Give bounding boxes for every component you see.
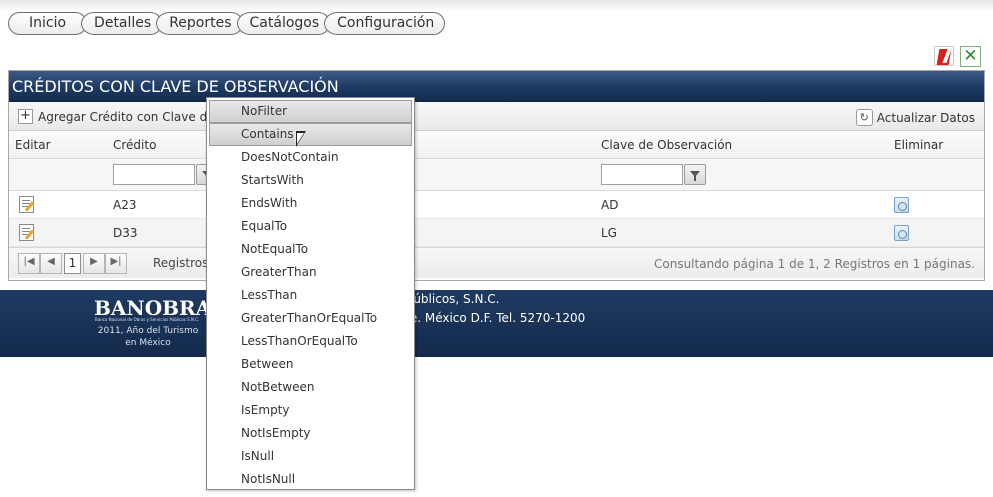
clave-filter-icon[interactable]	[684, 164, 706, 185]
refresh-label: Actualizar Datos	[876, 110, 975, 125]
grid-title: CRÉDITOS CON CLAVE DE OBSERVACIÓN	[9, 71, 984, 102]
prev-page-icon: ◀	[47, 256, 55, 267]
table-row: A23 AD	[9, 191, 984, 219]
pager-controls: |◀ ◀ 1 ▶ ▶|	[18, 253, 127, 274]
nav-inicio[interactable]: Inicio	[8, 12, 88, 35]
header-clave[interactable]: Clave de Observación	[601, 138, 732, 152]
refresh-data-button[interactable]: ↻ Actualizar Datos	[855, 109, 975, 126]
filter-option-doesnotcontain[interactable]: DoesNotContain	[209, 146, 412, 169]
nav-detalles[interactable]: Detalles	[81, 12, 163, 35]
credits-grid: CRÉDITOS CON CLAVE DE OBSERVACIÓN + Agre…	[8, 70, 985, 281]
nav-reportes[interactable]: Reportes	[156, 12, 243, 35]
prev-page-button[interactable]: ◀	[40, 253, 62, 274]
filter-option-nofilter[interactable]: NoFilter	[209, 100, 412, 123]
filter-option-notequalto[interactable]: NotEqualTo	[209, 238, 412, 261]
year-line-2: en México	[125, 338, 171, 348]
cell-credito: A23	[113, 198, 137, 212]
main-nav: Inicio Detalles Reportes Catálogos Confi…	[8, 12, 446, 36]
year-line-1: 2011, Año del Turismo	[97, 326, 199, 336]
header-credito[interactable]: Crédito	[113, 138, 156, 152]
delete-icon[interactable]	[894, 225, 909, 241]
nav-configuracion[interactable]: Configuración	[324, 12, 446, 35]
filter-option-isnull[interactable]: IsNull	[209, 445, 412, 468]
excel-export-icon[interactable]: ✕	[960, 46, 981, 67]
first-page-icon: |◀	[23, 256, 35, 267]
footer: BANOBRAS Banco Nacional de Obras y Servi…	[0, 290, 993, 357]
pager-summary: Consultando página 1 de 1, 2 Registros e…	[654, 257, 975, 271]
credito-filter-input[interactable]	[113, 164, 195, 185]
cell-clave: LG	[601, 226, 617, 240]
filter-option-notisnull[interactable]: NotIsNull	[209, 468, 412, 491]
clave-filter-input[interactable]	[601, 164, 683, 185]
add-credit-button[interactable]: + Agregar Crédito con Clave de O	[18, 109, 228, 124]
filter-option-notbetween[interactable]: NotBetween	[209, 376, 412, 399]
filter-option-startswith[interactable]: StartsWith	[209, 169, 412, 192]
last-page-icon: ▶|	[110, 256, 122, 267]
pdf-export-icon[interactable]	[934, 46, 954, 66]
filter-option-notisempty[interactable]: NotIsEmpty	[209, 422, 412, 445]
filter-option-lessthan[interactable]: LessThan	[209, 284, 412, 307]
cell-credito: D33	[113, 226, 138, 240]
filter-option-endswith[interactable]: EndsWith	[209, 192, 412, 215]
filter-option-greaterthan[interactable]: GreaterThan	[209, 261, 412, 284]
nav-catalogos[interactable]: Catálogos	[236, 12, 331, 35]
page-number[interactable]: 1	[64, 253, 81, 274]
edit-icon[interactable]	[19, 196, 34, 213]
logo-tagline: Banco Nacional de Obras y Servicios Públ…	[95, 317, 200, 322]
year-slogan: 2011, Año del Turismo en México	[93, 325, 203, 349]
top-band	[0, 0, 993, 12]
filter-option-isempty[interactable]: IsEmpty	[209, 399, 412, 422]
command-bar: + Agregar Crédito con Clave de O ↻ Actua…	[9, 102, 984, 131]
last-page-button[interactable]: ▶|	[105, 253, 127, 274]
next-page-icon: ▶	[90, 256, 98, 267]
filter-option-between[interactable]: Between	[209, 353, 412, 376]
filter-row	[9, 159, 984, 191]
cell-clave: AD	[601, 198, 619, 212]
add-credit-label: Agregar Crédito con Clave de O	[38, 109, 228, 124]
filter-option-equalto[interactable]: EqualTo	[209, 215, 412, 238]
filter-option-lessthanorequalto[interactable]: LessThanOrEqualTo	[209, 330, 412, 353]
pager: |◀ ◀ 1 ▶ ▶| Registros p Consultando pági…	[9, 247, 984, 278]
next-page-button[interactable]: ▶	[83, 253, 105, 274]
header-editar: Editar	[15, 138, 51, 152]
first-page-button[interactable]: |◀	[18, 253, 40, 274]
filter-option-greaterthanorequalto[interactable]: GreaterThanOrEqualTo	[209, 307, 412, 330]
delete-icon[interactable]	[894, 197, 909, 213]
header-row: Editar Crédito Clave de Observación Elim…	[9, 131, 984, 159]
filter-menu: NoFilter Contains DoesNotContain StartsW…	[206, 97, 415, 490]
filter-option-contains[interactable]: Contains	[209, 123, 412, 146]
table-row: D33 LG	[9, 219, 984, 247]
refresh-icon: ↻	[855, 109, 873, 126]
plus-icon: +	[18, 109, 33, 124]
edit-icon[interactable]	[19, 224, 34, 241]
header-eliminar: Eliminar	[894, 138, 944, 152]
mouse-cursor-icon	[296, 131, 306, 147]
